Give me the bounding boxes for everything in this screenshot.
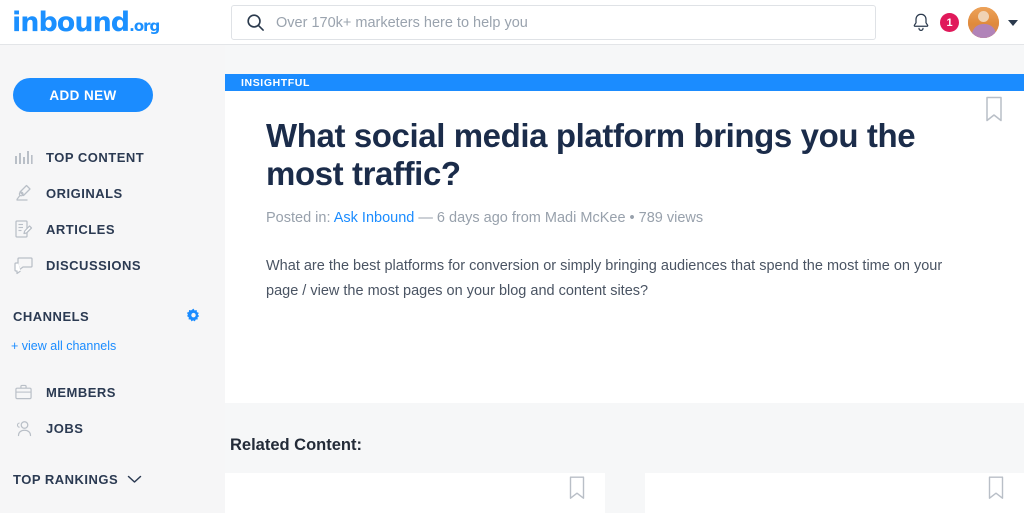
chevron-down-icon[interactable]	[127, 475, 142, 484]
logo-tld: .org	[129, 16, 160, 35]
view-all-channels-link[interactable]: + view all channels	[0, 339, 225, 353]
sidebar-item-label: JOBS	[46, 420, 84, 436]
bar-chart-icon	[13, 147, 34, 168]
sidebar-nav-primary: TOP CONTENT ORIGINALS ARTICLES DISCUSSIO…	[0, 139, 225, 283]
channel-link[interactable]: Ask Inbound	[334, 210, 415, 226]
content-top-gap	[225, 45, 1024, 74]
channels-section-header: CHANNELS	[0, 304, 225, 328]
article-edit-icon	[13, 219, 34, 240]
bookmark-icon[interactable]	[987, 476, 1005, 505]
posted-in-label: Posted in:	[266, 209, 331, 226]
insightful-banner: INSIGHTFUL	[225, 74, 1024, 91]
search-bar[interactable]	[231, 5, 876, 40]
logo-wordmark: inbound	[12, 6, 130, 38]
bell-icon[interactable]	[911, 12, 931, 33]
person-icon	[13, 418, 34, 439]
add-new-button[interactable]: ADD NEW	[13, 78, 153, 112]
chevron-down-icon[interactable]	[1008, 19, 1018, 26]
search-icon	[238, 6, 272, 39]
sidebar-item-label: ARTICLES	[46, 221, 115, 237]
avatar[interactable]	[968, 7, 999, 38]
notification-badge[interactable]: 1	[940, 13, 959, 32]
sidebar-item-articles[interactable]: ARTICLES	[0, 211, 225, 247]
sidebar-item-discussions[interactable]: DISCUSSIONS	[0, 247, 225, 283]
post-meta-details: — 6 days ago from Madi McKee • 789 views	[418, 209, 704, 226]
chat-bubbles-icon	[13, 255, 34, 276]
related-content-heading: Related Content:	[230, 436, 362, 455]
post-card: INSIGHTFUL What social media platform br…	[225, 74, 1024, 404]
related-content-section: Related Content:	[225, 403, 1024, 513]
sidebar-item-jobs[interactable]: JOBS	[0, 410, 225, 446]
gear-icon[interactable]	[185, 308, 202, 325]
sidebar-item-label: DISCUSSIONS	[46, 257, 142, 273]
banner-label: INSIGHTFUL	[241, 76, 310, 89]
microscope-icon	[13, 183, 34, 204]
bookmark-icon[interactable]	[984, 96, 1004, 128]
top-rankings-header[interactable]: TOP RANKINGS	[0, 472, 225, 487]
post-meta: Posted in: Ask Inbound — 6 days ago from…	[266, 210, 984, 226]
sidebar-item-label: TOP CONTENT	[46, 149, 145, 165]
sidebar-item-label: MEMBERS	[46, 384, 116, 400]
site-logo[interactable]: inbound.org	[0, 9, 225, 36]
post-article: What social media platform brings you th…	[225, 91, 1024, 305]
main-content: INSIGHTFUL What social media platform br…	[225, 45, 1024, 513]
sidebar-item-originals[interactable]: ORIGINALS	[0, 175, 225, 211]
page-title: What social media platform brings you th…	[266, 117, 916, 193]
sidebar-item-members[interactable]: MEMBERS	[0, 374, 225, 410]
related-card[interactable]	[644, 473, 1024, 513]
post-card-padding	[225, 305, 1024, 403]
sidebar-item-top-content[interactable]: TOP CONTENT	[0, 139, 225, 175]
sidebar-nav-secondary: MEMBERS JOBS	[0, 374, 225, 446]
top-rankings-title: TOP RANKINGS	[13, 472, 119, 487]
related-content-grid	[225, 473, 1024, 513]
channels-title: CHANNELS	[13, 308, 90, 324]
sidebar-item-label: ORIGINALS	[46, 185, 123, 201]
search-input[interactable]	[272, 6, 875, 39]
related-card[interactable]	[225, 473, 605, 513]
post-body: What are the best platforms for conversi…	[266, 257, 943, 300]
header-actions: 1	[911, 0, 1018, 45]
top-header: inbound.org 1	[0, 0, 1024, 45]
briefcase-icon	[13, 382, 34, 403]
sidebar: ADD NEW TOP CONTENT ORIGINALS ARTICLES D…	[0, 45, 225, 513]
bookmark-icon[interactable]	[568, 476, 586, 505]
